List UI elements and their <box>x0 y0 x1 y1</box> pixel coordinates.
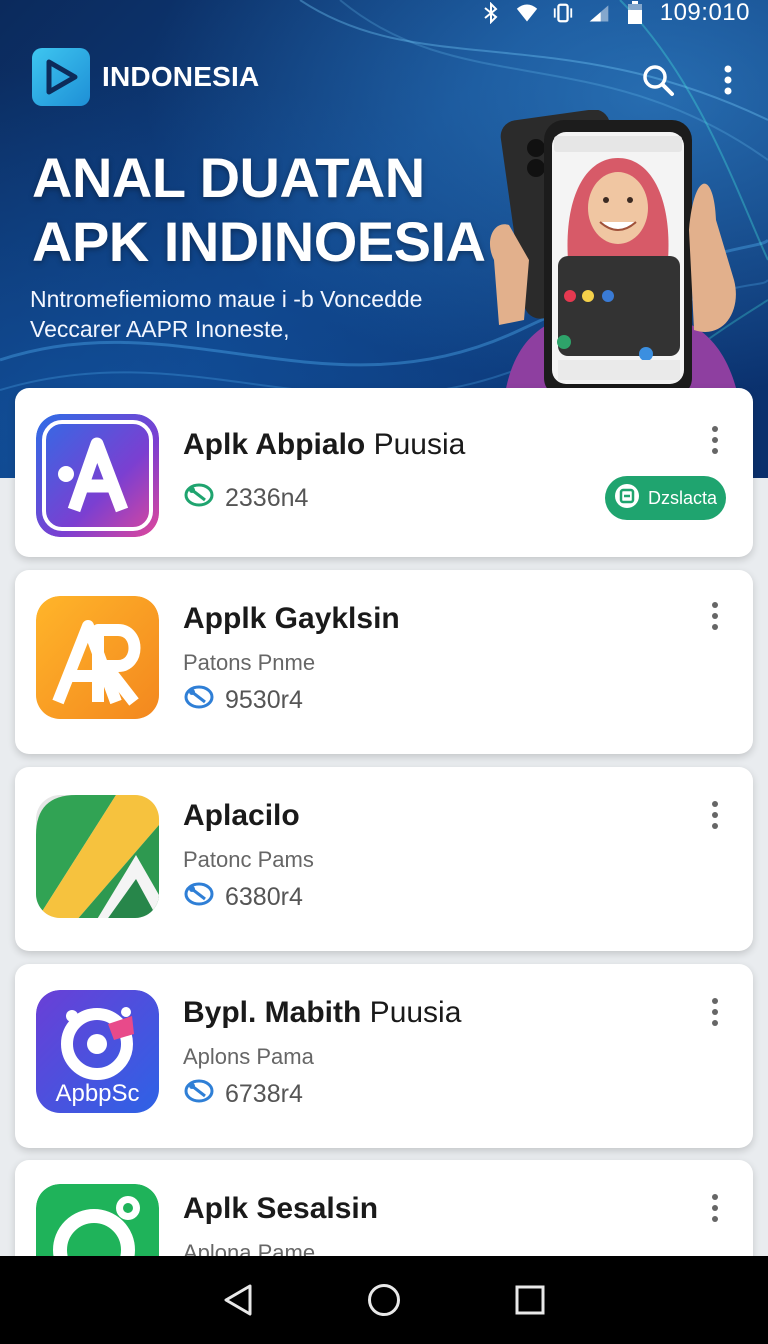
app-title: Applk Gayklsin <box>183 602 400 635</box>
app-title: Aplk Sesalsin <box>183 1192 379 1225</box>
downloads-icon <box>183 1076 215 1113</box>
app-icon-gayklsin <box>36 596 159 719</box>
app-download-count: 2336n4 <box>183 480 308 517</box>
back-icon[interactable] <box>218 1280 258 1320</box>
app-download-count: 9530r4 <box>183 682 303 719</box>
hero-headline-line1: ANAL DUATAN <box>32 146 425 209</box>
app-card[interactable]: ApbpSc Bypl. Mabith Puusia Aplons Pama 6… <box>15 964 753 1148</box>
signal-icon <box>588 2 610 24</box>
app-download-count: 6380r4 <box>183 879 303 916</box>
app-download-count: 6738r4 <box>183 1076 303 1113</box>
battery-icon <box>624 1 646 24</box>
hero-headline: ANAL DUATAN APK INDINOESIA <box>32 146 502 274</box>
hero-subtitle-line1: Nntromefiemiomo maue i -b Voncedde <box>30 286 423 312</box>
app-title: Aplk Abpialo Puusia <box>183 428 466 461</box>
system-nav-bar <box>0 1256 768 1344</box>
app-title: Aplacilo <box>183 799 300 832</box>
home-icon[interactable] <box>364 1280 404 1320</box>
brand-name: INDONESIA <box>102 61 260 92</box>
search-icon[interactable] <box>640 62 676 98</box>
brand[interactable]: INDONESIA <box>32 48 259 106</box>
hero-headline-line2: APK INDINOESIA <box>32 210 486 273</box>
app-card[interactable]: Aplacilo Patonc Pams 6380r4 <box>15 767 753 951</box>
bluetooth-icon <box>480 2 502 24</box>
app-icon-aplacilo <box>36 795 159 918</box>
download-app-icon <box>614 483 640 514</box>
more-options-icon[interactable] <box>703 797 727 833</box>
app-subtitle: Aplons Pama <box>183 1044 314 1069</box>
more-options-icon[interactable] <box>703 598 727 634</box>
app-card[interactable]: Aplk Abpialo Puusia 2336n4 Dzslacta <box>15 388 753 557</box>
more-options-icon[interactable] <box>703 422 727 458</box>
vibrate-icon <box>552 2 574 24</box>
more-options-icon[interactable] <box>703 1190 727 1226</box>
app-title: Bypl. Mabith Puusia <box>183 996 462 1029</box>
status-time: 109:010 <box>659 0 750 26</box>
app-icon-abpialo <box>36 414 159 537</box>
play-logo-icon <box>32 48 90 106</box>
hero-subtitle: Nntromefiemiomo maue i -b Voncedde Vecca… <box>30 284 480 344</box>
download-button[interactable]: Dzslacta <box>605 476 726 520</box>
header-actions <box>640 62 746 98</box>
app-subtitle: Patons Pnme <box>183 650 316 675</box>
app-card[interactable]: Applk Gayklsin Patons Pnme 9530r4 <box>15 570 753 754</box>
downloads-icon <box>183 682 215 719</box>
recents-icon[interactable] <box>510 1280 550 1320</box>
hero-subtitle-line2: Veccarer AAPR Inoneste, <box>30 316 290 342</box>
app-icon-mabith: ApbpSc <box>36 990 159 1113</box>
app-subtitle: Patonc Pams <box>183 847 314 872</box>
app-icon-label: ApbpSc <box>55 1080 140 1107</box>
wifi-icon <box>516 2 538 24</box>
hero-illustration <box>489 110 739 400</box>
downloads-icon <box>183 480 215 517</box>
more-options-icon[interactable] <box>703 994 727 1030</box>
status-bar: 109:010 <box>0 0 768 26</box>
downloads-icon <box>183 879 215 916</box>
more-vert-icon[interactable] <box>710 62 746 98</box>
